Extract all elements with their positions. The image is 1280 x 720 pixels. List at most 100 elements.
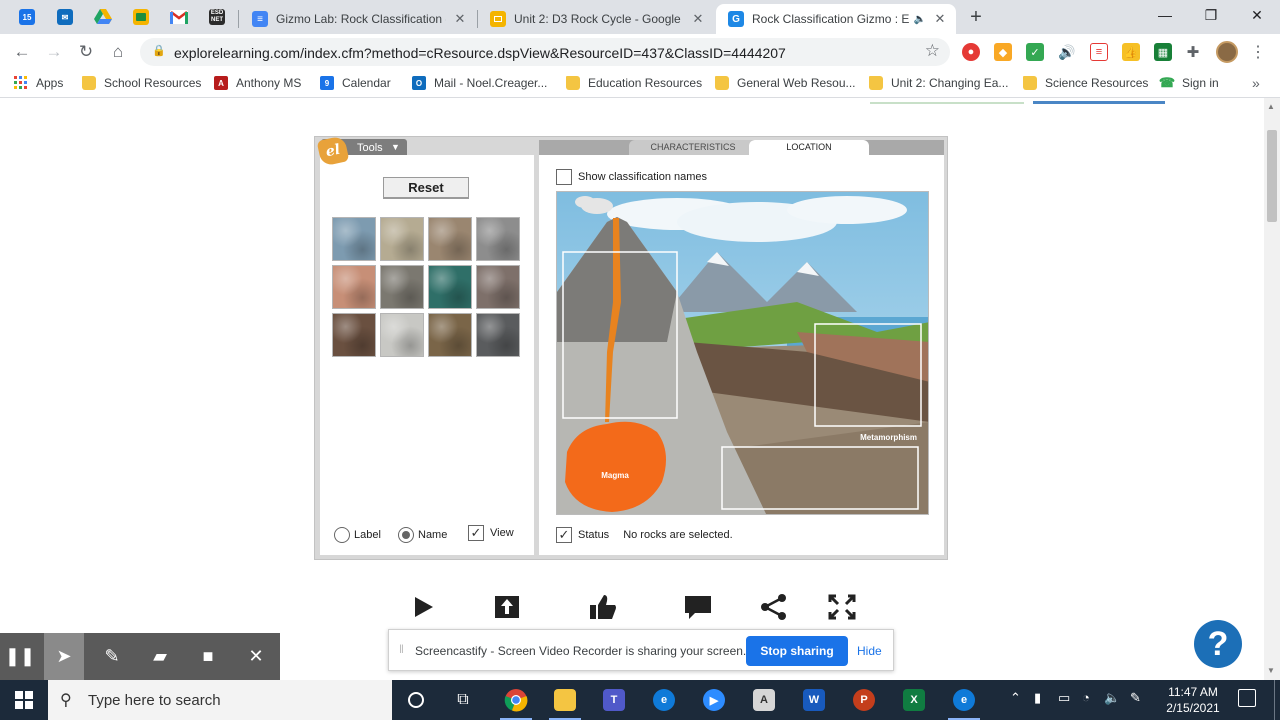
rock-sample-2[interactable] xyxy=(380,217,424,261)
pinned-tab-esd[interactable]: ESD NET xyxy=(205,6,229,28)
lock-icon[interactable]: 🔒 xyxy=(152,44,166,57)
tray-overflow-icon[interactable]: ⌃ xyxy=(1010,690,1021,706)
tab-close-icon[interactable]: ✕ xyxy=(932,11,948,27)
reload-button[interactable]: ↻ xyxy=(74,40,98,64)
taskbar-powerpoint[interactable]: P xyxy=(844,684,884,716)
page-scrollbar[interactable]: ▲ ▼ xyxy=(1264,98,1280,680)
like-button[interactable] xyxy=(587,592,619,622)
tab-rock-classification-gizmo[interactable]: G Rock Classification Gizmo : E 🔈 ✕ xyxy=(716,4,956,34)
new-tab-button[interactable]: + xyxy=(966,6,986,28)
bookmarks-overflow-icon[interactable]: » xyxy=(1252,75,1260,91)
taskbar-app[interactable]: A xyxy=(744,684,784,716)
battery-icon[interactable]: ▭ xyxy=(1058,690,1070,706)
speaker-icon[interactable]: 🔈 xyxy=(914,14,926,25)
show-classification-names-option[interactable]: Show classification names xyxy=(556,169,707,185)
taskbar-chrome[interactable] xyxy=(496,684,536,720)
view-checkbox[interactable]: ✓ xyxy=(468,525,484,541)
rock-sample-8[interactable] xyxy=(476,265,520,309)
taskbar-teams[interactable]: T xyxy=(594,684,634,716)
forward-button[interactable]: → xyxy=(42,40,66,64)
fullscreen-button[interactable] xyxy=(826,592,858,622)
taskbar-excel[interactable]: X xyxy=(894,684,934,716)
label-option[interactable]: Label xyxy=(334,527,381,543)
notifications-icon[interactable] xyxy=(1238,689,1256,707)
rock-sample-5[interactable] xyxy=(332,265,376,309)
show-names-checkbox[interactable] xyxy=(556,169,572,185)
name-option[interactable]: Name xyxy=(398,527,447,543)
scroll-up-icon[interactable]: ▲ xyxy=(1267,102,1275,111)
minimize-button[interactable]: — xyxy=(1142,0,1188,30)
share-button[interactable] xyxy=(758,592,790,622)
taskbar-file-explorer[interactable] xyxy=(545,684,585,720)
view-option[interactable]: ✓ View xyxy=(468,525,514,541)
microphone-icon[interactable]: ▮ xyxy=(1034,690,1041,706)
tab-characteristics[interactable]: CHARACTERISTICS xyxy=(629,140,757,155)
tab-close-icon[interactable]: ✕ xyxy=(452,11,468,27)
scrollbar-thumb[interactable] xyxy=(1267,130,1277,222)
taskbar-search[interactable]: ⚲ Type here to search xyxy=(48,680,392,720)
back-button[interactable]: ← xyxy=(10,40,34,64)
wifi-icon[interactable]: ◔ xyxy=(1082,690,1090,705)
bookmark-sign-in[interactable]: ☎ Sign in xyxy=(1159,75,1219,90)
checklist-extension-icon[interactable]: ✓ xyxy=(1026,43,1044,61)
pinned-tab-drive[interactable] xyxy=(91,6,115,28)
volume-icon[interactable]: 🔈 xyxy=(1104,690,1120,706)
page-top-button-partial[interactable] xyxy=(870,98,1024,104)
page-top-button-partial[interactable] xyxy=(1033,98,1165,104)
screencastify-extension-icon[interactable]: ● xyxy=(962,43,980,61)
status-checkbox[interactable]: ✓ xyxy=(556,527,572,543)
restore-button[interactable]: ❐ xyxy=(1188,0,1234,30)
cortana-button[interactable] xyxy=(396,684,436,716)
name-radio[interactable] xyxy=(398,527,414,543)
comment-button[interactable] xyxy=(682,592,714,622)
bookmark-education-resources[interactable]: Education Resources xyxy=(566,76,702,90)
taskbar-zoom[interactable]: ▶ xyxy=(694,684,734,716)
tab-location[interactable]: LOCATION xyxy=(749,140,869,155)
taskbar-edge-2[interactable]: e xyxy=(944,684,984,720)
bookmark-calendar[interactable]: 9 Calendar xyxy=(320,76,391,90)
rock-sample-11[interactable] xyxy=(428,313,472,357)
taskbar-edge[interactable]: e xyxy=(644,684,684,716)
rock-sample-6[interactable] xyxy=(380,265,424,309)
rock-sample-9[interactable] xyxy=(332,313,376,357)
highlighter-tool-button[interactable]: ▰ xyxy=(140,633,180,680)
home-button[interactable]: ⌂ xyxy=(106,40,130,64)
bookmark-anthony-ms[interactable]: A Anthony MS xyxy=(214,76,301,90)
rock-sample-4[interactable] xyxy=(476,217,520,261)
scroll-down-icon[interactable]: ▼ xyxy=(1267,666,1275,675)
profile-avatar[interactable] xyxy=(1216,41,1238,63)
pinned-tab-calendar[interactable]: 15 xyxy=(15,6,39,28)
address-bar[interactable]: 🔒 explorelearning.com/index.cfm?method=c… xyxy=(140,38,950,66)
extensions-puzzle-icon[interactable]: ✚ xyxy=(1184,43,1202,61)
play-button[interactable] xyxy=(408,592,440,622)
system-clock[interactable]: 11:47 AM 2/15/2021 xyxy=(1158,684,1228,716)
pen-workspace-icon[interactable]: ✎ xyxy=(1130,690,1141,706)
pinned-tab-gmail[interactable] xyxy=(167,6,191,28)
tab-close-icon[interactable]: ✕ xyxy=(690,11,706,27)
pinned-tab-outlook[interactable]: ✉ xyxy=(53,6,77,28)
chrome-menu-icon[interactable]: ⋮ xyxy=(1250,42,1266,62)
shield-extension-icon[interactable]: ◆ xyxy=(994,43,1012,61)
drag-handle-icon[interactable]: ‖ xyxy=(399,642,404,656)
pen-tool-button[interactable]: ✎ xyxy=(92,633,132,680)
task-view-button[interactable]: ⧉ xyxy=(443,684,483,716)
cursor-tool-button[interactable]: ➤ xyxy=(44,633,84,680)
hide-button[interactable]: Hide xyxy=(857,644,882,658)
close-toolbar-button[interactable]: ✕ xyxy=(236,633,276,680)
sheets-extension-icon[interactable]: ▦ xyxy=(1154,43,1172,61)
notes-extension-icon[interactable]: ≡ xyxy=(1090,43,1108,61)
help-button[interactable]: ? xyxy=(1194,620,1242,668)
thumb-extension-icon[interactable]: 👍 xyxy=(1122,43,1140,61)
tab-gizmo-lab-doc[interactable]: ≡ Gizmo Lab: Rock Classification - ( ✕ xyxy=(240,4,476,34)
url-text[interactable]: explorelearning.com/index.cfm?method=cRe… xyxy=(174,45,786,61)
label-radio[interactable] xyxy=(334,527,350,543)
rock-sample-12[interactable] xyxy=(476,313,520,357)
reset-button[interactable]: Reset xyxy=(383,177,469,199)
tab-rock-cycle-slides[interactable]: Unit 2: D3 Rock Cycle - Google Sl ✕ xyxy=(478,4,714,34)
rock-sample-1[interactable] xyxy=(332,217,376,261)
rock-sample-10[interactable] xyxy=(380,313,424,357)
stop-sharing-button[interactable]: Stop sharing xyxy=(746,636,848,666)
read-aloud-icon[interactable]: 🔊 xyxy=(1058,43,1076,61)
close-window-button[interactable]: ✕ xyxy=(1234,0,1280,30)
bookmark-mail[interactable]: O Mail - Noel.Creager... xyxy=(412,76,547,90)
